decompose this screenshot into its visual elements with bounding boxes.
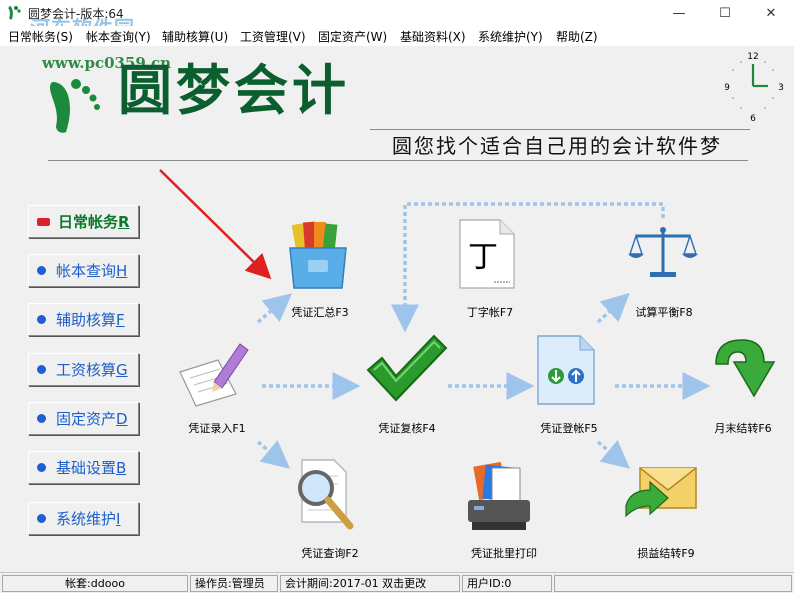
- arrow-posting-to-trial: [596, 292, 630, 324]
- status-bar: 帐套:ddooo 操作员:管理员 会计期间:2017-01 双击更改 用户ID:…: [0, 572, 794, 593]
- voucher-entry-icon[interactable]: [174, 338, 250, 410]
- arrow-entry-to-query: [256, 440, 291, 469]
- pl-transfer-envelope-icon[interactable]: [624, 462, 700, 528]
- status-user-id: 用户ID:0: [462, 575, 552, 592]
- voucher-query-label[interactable]: 凭证查询F2: [284, 545, 376, 561]
- month-end-label[interactable]: 月末结转F6: [700, 420, 786, 436]
- balance-scale-icon[interactable]: [628, 224, 698, 280]
- t-account-icon[interactable]: 丁: [456, 218, 518, 290]
- red-pointer-arrow: [159, 169, 272, 280]
- voucher-posting-label[interactable]: 凭证登帐F5: [524, 420, 614, 436]
- status-empty: [554, 575, 792, 592]
- status-period[interactable]: 会计期间:2017-01 双击更改: [280, 575, 460, 592]
- printer-icon[interactable]: [462, 460, 534, 534]
- status-account: 帐套:ddooo: [2, 575, 188, 592]
- t-account-glyph: 丁: [468, 240, 498, 275]
- voucher-posting-icon[interactable]: [534, 332, 598, 408]
- month-end-arrow-icon[interactable]: [708, 334, 776, 404]
- trial-balance-label[interactable]: 试算平衡F8: [622, 304, 706, 320]
- voucher-entry-label[interactable]: 凭证录入F1: [174, 420, 260, 436]
- batch-print-label[interactable]: 凭证批里打印: [452, 545, 556, 561]
- arrow-posting-to-pl: [596, 440, 631, 469]
- t-account-label[interactable]: 丁字帐F7: [450, 304, 530, 320]
- status-operator: 操作员:管理员: [190, 575, 278, 592]
- voucher-query-icon[interactable]: [288, 456, 358, 534]
- pl-transfer-label[interactable]: 损益结转F9: [620, 545, 712, 561]
- voucher-review-label[interactable]: 凭证复核F4: [362, 420, 452, 436]
- green-checkmark-icon[interactable]: [364, 330, 448, 404]
- voucher-summary-label[interactable]: 凭证汇总F3: [272, 304, 368, 320]
- voucher-summary-icon[interactable]: [286, 218, 350, 292]
